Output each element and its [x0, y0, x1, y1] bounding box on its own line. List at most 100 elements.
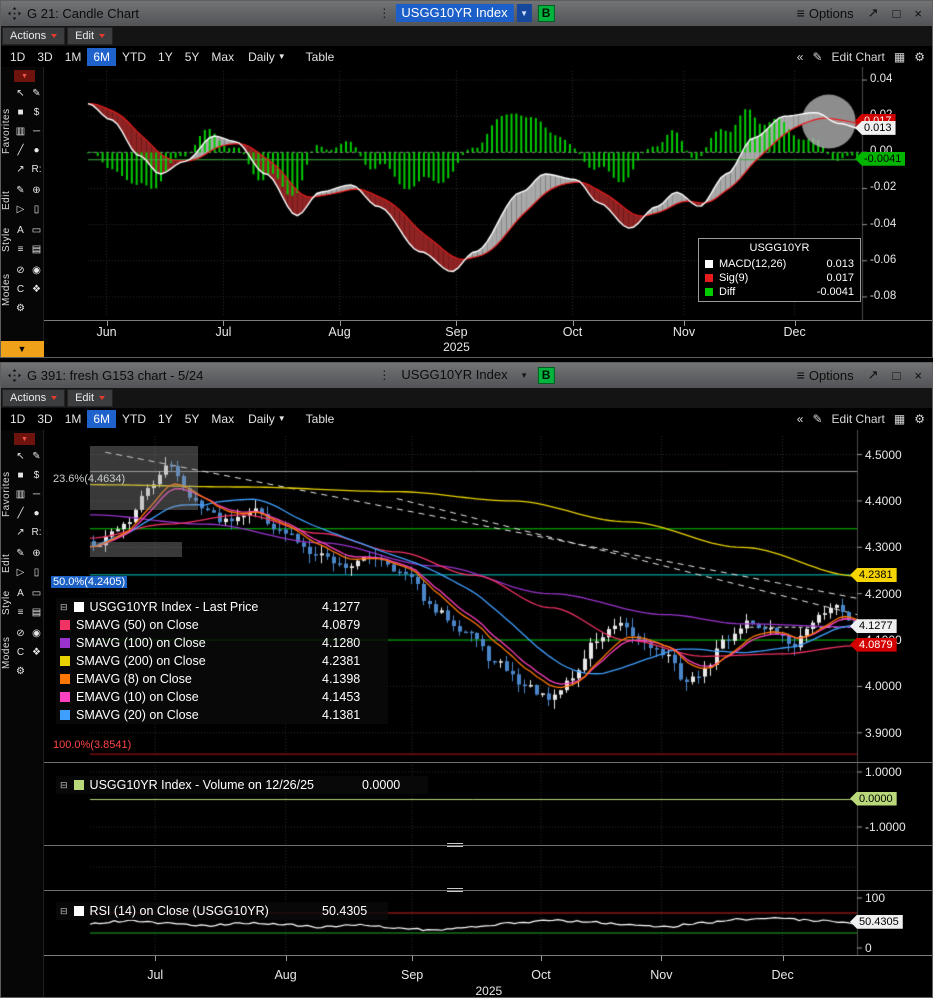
collapse-toolbar-icon[interactable]: « [797, 412, 804, 426]
edit-chart-pencil-icon[interactable]: ✎ [812, 50, 822, 64]
period-max-button[interactable]: Max [205, 410, 240, 428]
security-dropdown-icon[interactable]: ▼ [517, 4, 532, 22]
pane-divider[interactable] [44, 890, 933, 891]
legend-row[interactable]: ⊟USGG10YR Index - Last Price4.1277 [56, 598, 388, 616]
legend-row[interactable]: SMAVG (100) on Close4.1280 [56, 634, 388, 652]
ellipse-tool-icon[interactable]: ● [29, 143, 44, 158]
select-tool-icon[interactable]: ▷ [13, 565, 28, 580]
pointer-tool-icon[interactable]: ↖ [13, 449, 28, 464]
volume-pane-canvas[interactable] [44, 762, 933, 845]
volume-y-axis[interactable]: 1.0000-1.00000.0000 [857, 762, 933, 845]
legend-row[interactable]: SMAVG (50) on Close4.0879 [56, 616, 388, 634]
titlebar[interactable]: G 391: fresh G153 chart - 5/24 ⋮ USGG10Y… [0, 362, 933, 388]
security-dropdown-icon[interactable]: ▼ [517, 366, 532, 384]
horizontal-line-tool-icon[interactable]: ─ [29, 487, 44, 502]
price-range-tool-icon[interactable]: $ [29, 468, 44, 483]
legend-row[interactable]: SMAVG (200) on Close4.2381 [56, 652, 388, 670]
annotation-tool-icon[interactable]: ▭ [29, 586, 44, 601]
menu-actions[interactable]: Actions [2, 389, 65, 407]
maximize-icon[interactable]: □ [893, 6, 901, 21]
delete-tool-icon[interactable]: ▯ [29, 565, 44, 580]
trend-line-tool-icon[interactable]: ╱ [13, 143, 28, 158]
compass-mode-icon[interactable]: C [13, 645, 28, 660]
options-menu[interactable]: ≡Options [797, 367, 854, 383]
overlay-mode-icon[interactable]: ⊘ [13, 626, 28, 641]
period-5y-button[interactable]: 5Y [179, 410, 206, 428]
pane-divider[interactable] [44, 845, 933, 846]
pane-divider-handle[interactable] [447, 888, 463, 893]
legend-row[interactable]: EMAVG (10) on Close4.1453 [56, 688, 388, 706]
horizontal-line-tool-icon[interactable]: ─ [29, 124, 44, 139]
regression-tool-icon[interactable]: R: [29, 525, 44, 540]
table-button[interactable]: Table [306, 412, 335, 426]
collapse-box-icon[interactable]: ⊟ [60, 602, 68, 613]
rail-dropdown-button[interactable]: ▼ [14, 433, 35, 445]
anchor-mode-icon[interactable]: ◉ [29, 626, 44, 641]
legend-row[interactable]: EMAVG (8) on Close4.1398 [56, 670, 388, 688]
frequency-select[interactable]: Daily▼ [248, 50, 286, 64]
palette-icon[interactable]: ❖ [29, 282, 44, 297]
move-tool-icon[interactable]: ⊕ [29, 183, 44, 198]
ellipse-tool-icon[interactable]: ● [29, 506, 44, 521]
pane-divider-handle[interactable] [447, 843, 463, 848]
move-icon[interactable] [8, 7, 21, 20]
period-6m-button[interactable]: 6M [87, 410, 116, 428]
pane-divider[interactable] [44, 762, 933, 763]
anchor-mode-icon[interactable]: ◉ [29, 263, 44, 278]
legend-row[interactable]: ⊟USGG10YR Index - Volume on 12/26/250.00… [56, 776, 428, 794]
terminal-badge[interactable]: B [538, 5, 555, 22]
rectangle-tool-icon[interactable]: ■ [13, 105, 28, 120]
draw-edit-icon[interactable]: ✎ [13, 183, 28, 198]
period-1y-button[interactable]: 1Y [152, 48, 179, 66]
period-ytd-button[interactable]: YTD [116, 48, 152, 66]
delete-tool-icon[interactable]: ▯ [29, 202, 44, 217]
period-1d-button[interactable]: 1D [4, 410, 31, 428]
edit-chart-button[interactable]: Edit Chart [832, 50, 885, 64]
close-icon[interactable]: × [914, 6, 922, 21]
popout-icon[interactable]: ↗ [868, 5, 879, 21]
security-input[interactable]: USGG10YR Index [395, 4, 513, 22]
pointer-tool-icon[interactable]: ↖ [13, 86, 28, 101]
chart-grid-icon[interactable]: ▦ [894, 50, 905, 64]
rail-dropdown-button[interactable]: ▼ [14, 70, 35, 82]
annotation-tool-icon[interactable]: ▭ [29, 223, 44, 238]
pattern-style-icon[interactable]: ▤ [29, 242, 44, 257]
overlay-mode-icon[interactable]: ⊘ [13, 263, 28, 278]
rectangle-tool-icon[interactable]: ■ [13, 468, 28, 483]
edit-chart-pencil-icon[interactable]: ✎ [812, 412, 822, 426]
gear-icon[interactable]: ⚙ [13, 664, 28, 679]
macd-legend[interactable]: USGG10YRMACD(12,26)0.013Sig(9)0.017Diff-… [698, 238, 861, 302]
legend-row[interactable]: SMAVG (20) on Close4.1381 [56, 706, 388, 724]
period-3d-button[interactable]: 3D [31, 410, 58, 428]
chart-grid-icon[interactable]: ▦ [894, 412, 905, 426]
rsi-y-axis[interactable]: 100050.4305 [857, 890, 933, 955]
legend-row[interactable]: Diff-0.0041 [699, 285, 860, 299]
palette-icon[interactable]: ❖ [29, 645, 44, 660]
price-range-tool-icon[interactable]: $ [29, 105, 44, 120]
close-icon[interactable]: × [914, 368, 922, 383]
period-max-button[interactable]: Max [205, 48, 240, 66]
move-icon[interactable] [8, 369, 21, 382]
maximize-icon[interactable]: □ [893, 368, 901, 383]
period-5y-button[interactable]: 5Y [179, 48, 206, 66]
period-6m-button[interactable]: 6M [87, 48, 116, 66]
select-tool-icon[interactable]: ▷ [13, 202, 28, 217]
arrow-tool-icon[interactable]: ↗ [13, 162, 28, 177]
line-style-icon[interactable]: ≡ [13, 242, 28, 257]
text-tool-icon[interactable]: A [13, 586, 28, 601]
period-1d-button[interactable]: 1D [4, 48, 31, 66]
period-3d-button[interactable]: 3D [31, 48, 58, 66]
chart-style-icon[interactable]: ▥ [13, 124, 28, 139]
rsi-pane-canvas[interactable] [44, 890, 933, 955]
gear-icon[interactable]: ⚙ [13, 301, 28, 316]
regression-tool-icon[interactable]: R: [29, 162, 44, 177]
popout-icon[interactable]: ↗ [868, 367, 879, 383]
period-1m-button[interactable]: 1M [59, 410, 88, 428]
macd-y-axis[interactable]: 0.040.020.00-0.02-0.04-0.06-0.080.0170.0… [862, 67, 933, 320]
arrow-tool-icon[interactable]: ↗ [13, 525, 28, 540]
draw-edit-icon[interactable]: ✎ [13, 546, 28, 561]
rsi-legend[interactable]: ⊟RSI (14) on Close (USGG10YR)50.4305 [56, 902, 388, 920]
legend-row[interactable]: ⊟RSI (14) on Close (USGG10YR)50.4305 [56, 902, 388, 920]
terminal-badge[interactable]: B [538, 367, 555, 384]
text-tool-icon[interactable]: A [13, 223, 28, 238]
